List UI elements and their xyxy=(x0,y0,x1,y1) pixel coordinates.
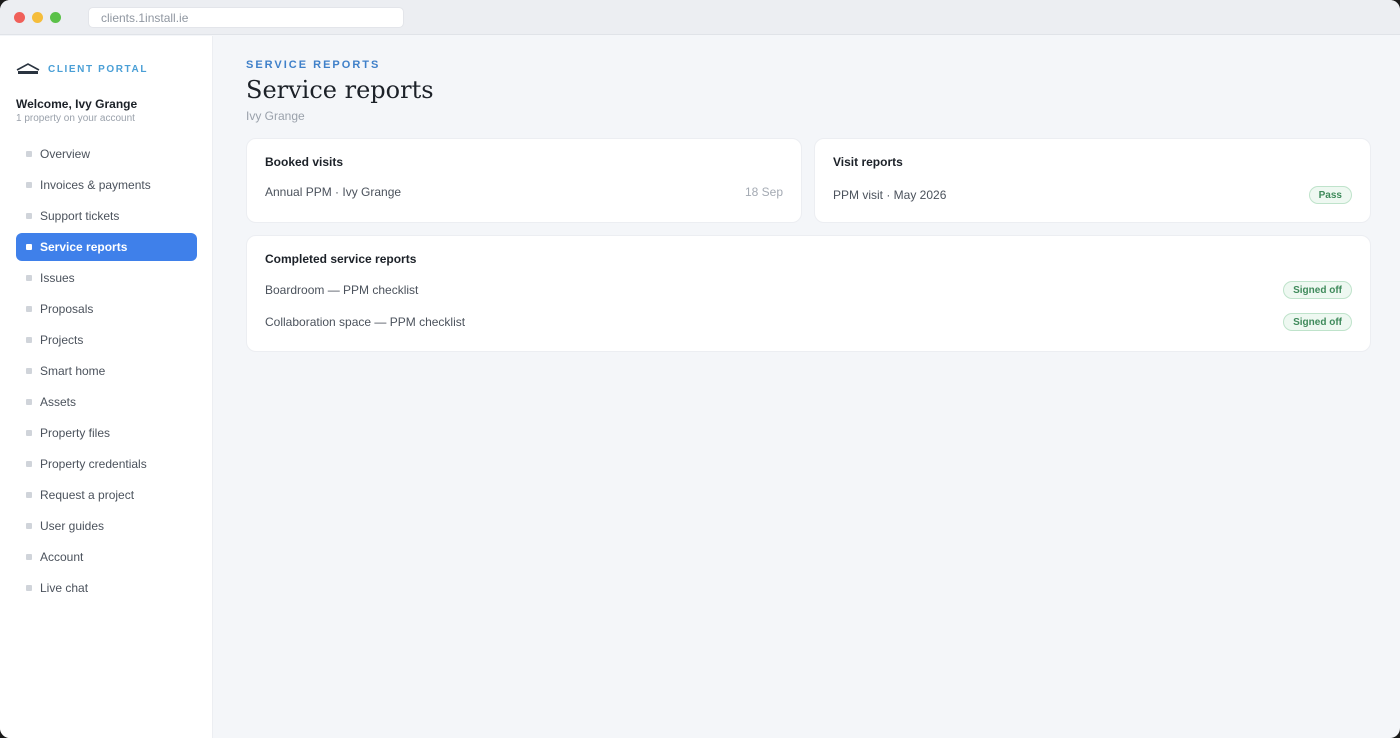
visit-reports-card: Visit reports PPM visit · May 2026 Pass xyxy=(814,138,1371,223)
brand[interactable]: CLIENT PORTAL xyxy=(16,61,148,77)
sidebar-item-overview[interactable]: Overview xyxy=(16,140,197,168)
sidebar-item-smart-home[interactable]: Smart home xyxy=(16,357,197,385)
booked-visits-card: Booked visits Annual PPM · Ivy Grange 18… xyxy=(246,138,802,223)
sidebar-item-label: Account xyxy=(40,550,84,564)
sidebar-item-label: Property credentials xyxy=(40,457,147,471)
maximize-window-button[interactable] xyxy=(50,12,61,23)
title-bar: clients.1install.ie xyxy=(0,0,1400,35)
sidebar-item-support-tickets[interactable]: Support tickets xyxy=(16,202,197,230)
report-label: Boardroom — PPM checklist xyxy=(265,283,419,297)
sidebar-item-label: Service reports xyxy=(40,240,128,254)
sidebar-item-property-files[interactable]: Property files xyxy=(16,419,197,447)
main-content: SERVICE REPORTS Service reports Ivy Gran… xyxy=(214,36,1400,738)
sidebar-item-label: Assets xyxy=(40,395,77,409)
sidebar-item-label: Overview xyxy=(40,147,91,161)
page-subtitle: Ivy Grange xyxy=(246,109,305,123)
bullet-icon xyxy=(26,554,32,560)
sidebar-item-assets[interactable]: Assets xyxy=(16,388,197,416)
status-badge: Signed off xyxy=(1283,313,1352,331)
bullet-icon xyxy=(26,430,32,436)
sidebar-nav: Overview Invoices & payments Support tic… xyxy=(16,140,197,605)
sidebar-item-label: Projects xyxy=(40,333,84,347)
bullet-icon xyxy=(26,337,32,343)
sidebar-item-property-credentials[interactable]: Property credentials xyxy=(16,450,197,478)
sidebar-item-live-chat[interactable]: Live chat xyxy=(16,574,197,602)
minimize-window-button[interactable] xyxy=(32,12,43,23)
page-eyebrow: SERVICE REPORTS xyxy=(246,59,381,71)
browser-window: clients.1install.ie CLIENT PORTAL Welcom… xyxy=(0,0,1400,738)
card-title: Completed service reports xyxy=(265,252,417,266)
list-item[interactable]: PPM visit · May 2026 Pass xyxy=(833,185,1352,205)
bullet-icon xyxy=(26,461,32,467)
completed-reports-card: Completed service reports Boardroom — PP… xyxy=(246,235,1371,352)
sidebar-item-label: Invoices & payments xyxy=(40,178,151,192)
sidebar-item-label: Smart home xyxy=(40,364,106,378)
bullet-icon xyxy=(26,182,32,188)
sidebar-item-invoices-payments[interactable]: Invoices & payments xyxy=(16,171,197,199)
sidebar: CLIENT PORTAL Welcome, Ivy Grange 1 prop… xyxy=(0,36,213,738)
sidebar-item-projects[interactable]: Projects xyxy=(16,326,197,354)
sidebar-item-label: Property files xyxy=(40,426,111,440)
status-badge: Signed off xyxy=(1283,281,1352,299)
list-item[interactable]: Annual PPM · Ivy Grange 18 Sep xyxy=(265,182,783,202)
close-window-button[interactable] xyxy=(14,12,25,23)
bullet-icon xyxy=(26,523,32,529)
bullet-icon xyxy=(26,213,32,219)
sidebar-item-label: Live chat xyxy=(40,581,89,595)
bullet-icon xyxy=(26,306,32,312)
report-label: Collaboration space — PPM checklist xyxy=(265,315,466,329)
bullet-icon xyxy=(26,368,32,374)
sidebar-item-label: Request a project xyxy=(40,488,135,502)
sidebar-item-label: Proposals xyxy=(40,302,94,316)
visit-label: Annual PPM · Ivy Grange xyxy=(265,185,402,199)
sidebar-item-service-reports[interactable]: Service reports xyxy=(16,233,197,261)
status-badge: Pass xyxy=(1308,186,1352,204)
sidebar-item-label: Support tickets xyxy=(40,209,120,223)
bullet-icon xyxy=(26,244,32,250)
card-title: Visit reports xyxy=(833,155,903,169)
bullet-icon xyxy=(26,399,32,405)
visit-date: 18 Sep xyxy=(744,185,783,199)
sidebar-item-label: User guides xyxy=(40,519,105,533)
welcome-subtext: 1 property on your account xyxy=(16,113,135,124)
bullet-icon xyxy=(26,585,32,591)
sidebar-item-request-project[interactable]: Request a project xyxy=(16,481,197,509)
bullet-icon xyxy=(26,492,32,498)
bullet-icon xyxy=(26,151,32,157)
list-item[interactable]: Collaboration space — PPM checklist Sign… xyxy=(265,312,1352,332)
sidebar-item-account[interactable]: Account xyxy=(16,543,197,571)
welcome-heading: Welcome, Ivy Grange xyxy=(16,97,138,111)
list-item[interactable]: Boardroom — PPM checklist Signed off xyxy=(265,280,1352,300)
report-label: PPM visit · May 2026 xyxy=(833,188,947,202)
card-title: Booked visits xyxy=(265,155,344,169)
page-title: Service reports xyxy=(246,76,434,104)
bullet-icon xyxy=(26,275,32,281)
company-logo-icon xyxy=(16,63,40,74)
sidebar-item-user-guides[interactable]: User guides xyxy=(16,512,197,540)
sidebar-item-issues[interactable]: Issues xyxy=(16,264,197,292)
sidebar-item-label: Issues xyxy=(40,271,75,285)
brand-name: CLIENT PORTAL xyxy=(48,63,149,75)
address-bar[interactable]: clients.1install.ie xyxy=(88,7,404,28)
sidebar-item-proposals[interactable]: Proposals xyxy=(16,295,197,323)
